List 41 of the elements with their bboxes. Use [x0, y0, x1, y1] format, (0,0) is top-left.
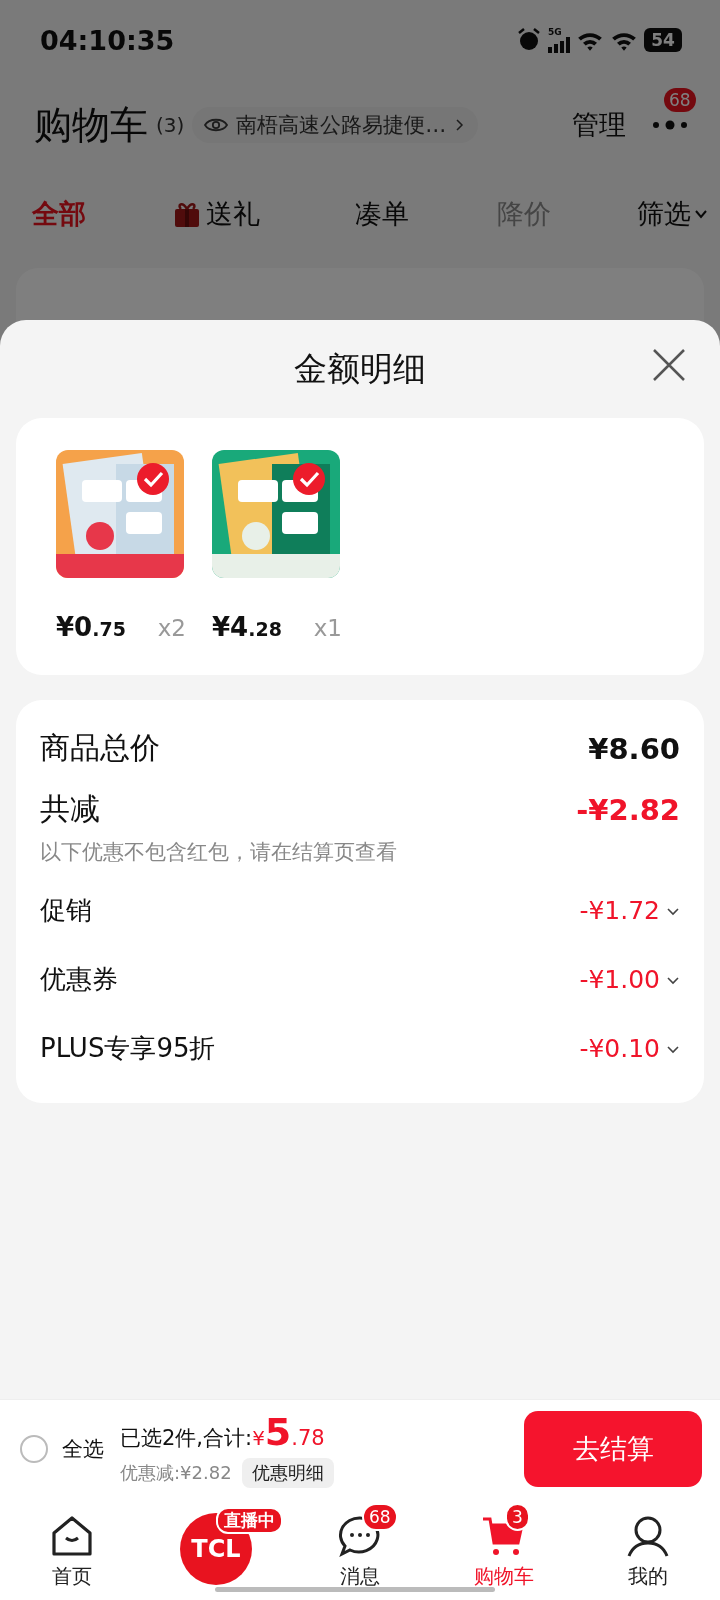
filter-tab[interactable]: 送礼 [172, 196, 355, 232]
nav-tab[interactable]: 购物车 [474, 1563, 534, 1590]
row-value: -¥0.10 [579, 1034, 660, 1063]
row-note: 以下优惠不包含红包，请在结算页查看 [40, 839, 398, 866]
row-label: 促销 [40, 894, 92, 927]
row-value: -¥1.00 [579, 965, 660, 994]
page-title: 购物车 [34, 101, 148, 149]
address-chip[interactable]: 南梧高速公路易捷便… [192, 107, 479, 143]
item-count: (3) [156, 113, 185, 137]
nav-tab[interactable]: 我的 [628, 1563, 668, 1590]
battery-icon: 54 [644, 28, 682, 52]
total-summary: 已选2件,合计:¥5.78 [120, 1409, 326, 1454]
filter-tab[interactable]: 凑单 [355, 196, 497, 232]
sheet-title: 金额明细 [294, 347, 426, 390]
item-quantity: x1 [313, 615, 342, 641]
discount-detail-button[interactable]: 优惠明细 [241, 1457, 334, 1488]
item-quantity: x2 [157, 615, 186, 641]
nav-tab[interactable]: 首页 [52, 1563, 92, 1590]
row-label: PLUS专享95折 [40, 1032, 216, 1065]
notification-badge: 68 [664, 87, 696, 112]
manage-link[interactable]: 管理 [572, 107, 626, 143]
item-price: ¥0.75 [56, 612, 126, 642]
filter-tab[interactable]: 筛选 [637, 196, 707, 232]
row-label: 优惠券 [40, 963, 118, 996]
row-value: -¥2.82 [576, 792, 680, 827]
item-price: ¥4.28 [212, 612, 282, 642]
status-time: 04:10:35 [40, 24, 175, 56]
discount-amount: 优惠减:¥2.82 [120, 1460, 232, 1485]
filter-tab[interactable]: 全部 [32, 196, 172, 232]
network-label: 5G [548, 27, 562, 37]
row-label: 商品总价 [40, 729, 160, 767]
notification-badge: 68 [362, 1503, 398, 1531]
address-text: 南梧高速公路易捷便… [236, 112, 447, 139]
checkout-button[interactable]: 去结算 [524, 1410, 702, 1487]
live-badge: 直播中 [216, 1507, 283, 1534]
row-label: 共减 [40, 790, 100, 828]
row-value: -¥1.72 [579, 896, 660, 925]
notification-badge: 3 [505, 1503, 530, 1531]
row-value: ¥8.60 [588, 731, 680, 766]
select-all-label: 全选 [62, 1435, 104, 1463]
nav-tab[interactable]: 消息 [340, 1563, 380, 1590]
